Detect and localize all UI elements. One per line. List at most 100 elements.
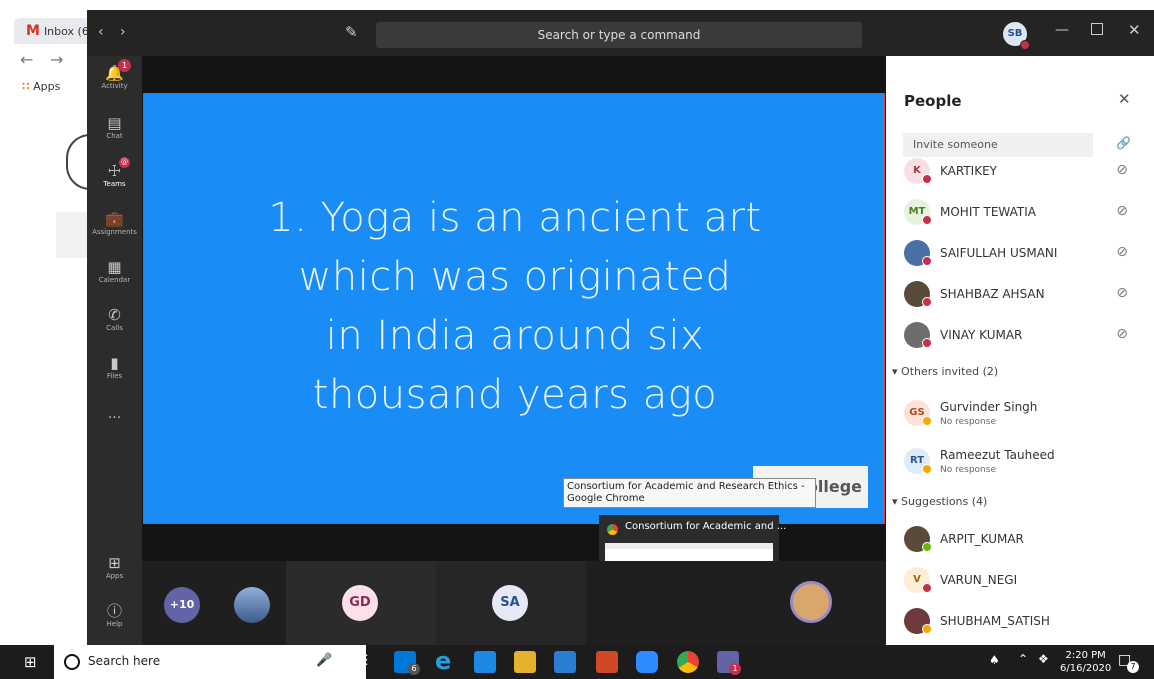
panel-title: People <box>904 92 962 110</box>
list-item[interactable]: SAIFULLAH USMANI ⊘ <box>886 238 1154 268</box>
chevron-down-icon: ▾ <box>892 365 902 378</box>
status-busy <box>922 215 932 225</box>
status-busy <box>922 583 932 593</box>
share-link-icon[interactable]: 🔗 <box>1116 136 1131 150</box>
participant-photo[interactable] <box>234 587 270 623</box>
windows-start-icon[interactable]: ⊞ <box>24 654 40 670</box>
list-item[interactable]: ARPIT_KUMAR <box>886 524 1154 554</box>
rail-calls[interactable]: ✆ Calls <box>87 306 142 332</box>
minimize-icon[interactable]: — <box>1055 22 1069 38</box>
participant-strip: +10 GD SA <box>142 561 886 645</box>
page-card <box>56 212 90 258</box>
mic-off-icon: ⊘ <box>1116 162 1128 178</box>
rail-calendar[interactable]: ▦ Calendar <box>87 258 142 284</box>
search-input[interactable]: Search or type a command <box>376 22 862 48</box>
list-item[interactable]: SHAHBAZ AHSAN ⊘ <box>886 279 1154 309</box>
status-pending <box>922 624 932 634</box>
status-pending <box>922 416 932 426</box>
mail-badge: 6 <box>408 663 420 675</box>
rail-teams[interactable]: ☩ Teams <box>87 162 142 188</box>
list-item[interactable]: VINAY KUMAR ⊘ <box>886 320 1154 350</box>
participant-tile[interactable]: SA <box>436 561 586 645</box>
list-item[interactable]: SHUBHAM_SATISH <box>886 606 1154 636</box>
store-icon[interactable] <box>474 651 496 673</box>
nav-forward-icon[interactable]: › <box>120 24 126 40</box>
task-view-icon[interactable]: ☷ <box>356 653 369 669</box>
others-invited-header[interactable]: ▾ Others invited (2) <box>892 365 998 378</box>
rail-more[interactable]: ... <box>87 406 142 422</box>
phone-icon: ✆ <box>108 306 121 324</box>
edge-icon[interactable]: e <box>435 648 451 674</box>
chrome-window: M Inbox (6 ← → ∷ Apps <box>0 0 90 645</box>
slide-line: thousand years ago <box>312 372 718 418</box>
chrome-icon <box>607 524 618 535</box>
gmail-icon: M <box>26 23 40 39</box>
close-panel-icon[interactable]: ✕ <box>1118 90 1131 108</box>
slide-text: 1. Yoga is an ancient art which was orig… <box>144 189 886 425</box>
teams-badge: 1 <box>729 663 741 675</box>
clock[interactable]: 2:20 PM 6/16/2020 <box>1060 649 1111 675</box>
rail-chat[interactable]: ▤ Chat <box>87 114 142 140</box>
bell-icon: 🔔 <box>105 64 124 82</box>
slide-line: in India around six <box>325 313 705 359</box>
chrome-taskbar-icon[interactable] <box>677 651 699 673</box>
overflow-participants[interactable]: +10 <box>164 587 200 623</box>
preview-title: Consortium for Academic and ... <box>625 521 787 532</box>
teams-icon: ☩ <box>107 162 122 180</box>
activity-badge: 1 <box>118 59 131 72</box>
new-chat-icon[interactable]: ✎ <box>345 23 358 41</box>
forward-icon[interactable]: → <box>50 50 63 69</box>
close-icon[interactable]: ✕ <box>1128 21 1141 39</box>
gmail-tab[interactable]: M Inbox (6 <box>14 18 90 44</box>
slide-line: which was originated <box>298 254 732 300</box>
file-explorer-icon[interactable] <box>514 651 536 673</box>
zoom-icon[interactable] <box>636 651 658 673</box>
busy-status <box>1020 40 1030 50</box>
notification-badge: 7 <box>1127 661 1139 673</box>
mic-off-icon: ⊘ <box>1116 203 1128 219</box>
participant-avatar: SA <box>492 585 528 621</box>
assignments-icon: 💼 <box>105 210 124 228</box>
shared-slide: 1. Yoga is an ancient art which was orig… <box>143 93 885 524</box>
bookmarks-apps[interactable]: ∷ Apps <box>22 80 60 93</box>
rail-apps[interactable]: ⊞ Apps <box>87 554 142 580</box>
mic-off-icon: ⊘ <box>1116 285 1128 301</box>
back-icon[interactable]: ← <box>20 50 33 69</box>
status-busy <box>922 256 932 266</box>
people-icon[interactable]: ♠ <box>989 653 1000 667</box>
invite-input[interactable]: Invite someone <box>903 133 1093 157</box>
cortana-icon <box>64 654 80 670</box>
participant-tile[interactable]: GD <box>286 561 436 645</box>
taskbar-search[interactable]: Search here 🎤 <box>54 645 366 679</box>
powerpoint-icon[interactable] <box>596 651 618 673</box>
status-busy <box>922 297 932 307</box>
suggestions-header[interactable]: ▾ Suggestions (4) <box>892 495 987 508</box>
chevron-down-icon: ▾ <box>892 495 902 508</box>
list-item[interactable]: MT MOHIT TEWATIA ⊘ <box>886 197 1154 227</box>
rail-help[interactable]: ⓘ Help <box>87 602 142 628</box>
list-item[interactable]: K KARTIKEY ⊘ <box>886 156 1154 186</box>
apps-icon: ⊞ <box>108 554 121 572</box>
chevron-up-icon[interactable]: ⌃ <box>1018 652 1028 666</box>
teams-mention-badge: @ <box>119 157 130 168</box>
status-busy <box>922 174 932 184</box>
participant-photo[interactable] <box>790 581 832 623</box>
list-item[interactable]: V VARUN_NEGI <box>886 565 1154 595</box>
status-pending <box>922 464 932 474</box>
nav-back-icon[interactable]: ‹ <box>98 24 104 40</box>
participant-avatar: GD <box>342 585 378 621</box>
maximize-icon[interactable] <box>1091 23 1103 35</box>
list-item[interactable]: GS Gurvinder Singh No response <box>886 396 1154 430</box>
rail-files[interactable]: ▮ Files <box>87 354 142 380</box>
dropbox-icon[interactable]: ❖ <box>1038 652 1049 666</box>
rail-activity[interactable]: 🔔 Activity <box>87 64 142 90</box>
help-icon: ⓘ <box>106 602 122 620</box>
chat-icon: ▤ <box>107 114 122 132</box>
mic-icon[interactable]: 🎤 <box>316 653 332 668</box>
list-item[interactable]: RT Rameezut Tauheed No response <box>886 444 1154 478</box>
windows-taskbar: ⊞ Search here 🎤 ☷ 6 e 1 ♠ ⌃ ❖ 2:20 PM 6/… <box>0 645 1154 679</box>
outlook-mail-icon[interactable] <box>554 651 576 673</box>
mic-off-icon: ⊘ <box>1116 244 1128 260</box>
taskbar-tooltip: Consortium for Academic and Research Eth… <box>563 478 816 508</box>
rail-assignments[interactable]: 💼 Assignments <box>87 210 142 236</box>
